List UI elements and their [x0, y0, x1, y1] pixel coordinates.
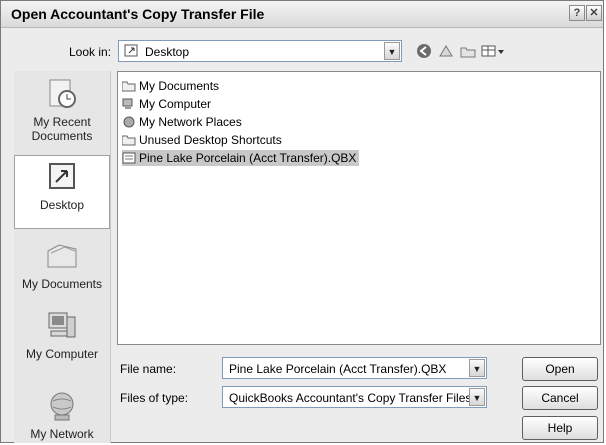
look-in-label: Look in:	[69, 45, 112, 59]
list-item-selected[interactable]: Pine Lake Porcelain (Acct Transfer).QBX	[122, 150, 360, 166]
files-of-type-label: Files of type:	[120, 391, 189, 405]
file-name-value: Pine Lake Porcelain (Acct Transfer).QBX	[229, 362, 447, 376]
list-item[interactable]: My Computer	[122, 96, 211, 112]
folder-icon	[121, 80, 136, 92]
place-my-recent-documents[interactable]: My Recent Documents	[14, 77, 110, 145]
help-button[interactable]: Help	[522, 416, 598, 440]
folder-icon	[121, 134, 136, 146]
list-item[interactable]: My Documents	[121, 78, 220, 94]
places-bar: My Recent Documents Desktop My Documents…	[14, 71, 111, 443]
file-list: My Documents My Computer My Network Plac…	[117, 71, 601, 345]
look-in-combo[interactable]: Desktop ▼	[118, 40, 402, 62]
chevron-down-icon[interactable]: ▼	[384, 42, 400, 60]
computer-icon	[122, 98, 136, 110]
file-name: Unused Desktop Shortcuts	[139, 133, 282, 147]
my-network-icon	[45, 389, 79, 423]
my-computer-icon	[45, 309, 79, 343]
chevron-down-icon[interactable]: ▼	[469, 359, 485, 377]
file-name: My Documents	[139, 79, 220, 93]
dialog-title: Open Accountant's Copy Transfer File	[11, 6, 265, 22]
place-label: My Computer	[25, 347, 99, 361]
desktop-small-icon	[124, 44, 140, 61]
file-name: My Network Places	[139, 115, 242, 129]
network-icon	[122, 116, 136, 128]
close-title-button[interactable]: ✕	[586, 5, 602, 21]
desktop-icon	[45, 160, 79, 194]
place-label: My Recent Documents	[31, 115, 93, 143]
title-bar: Open Accountant's Copy Transfer File ? ✕	[1, 1, 603, 28]
up-one-level-icon[interactable]	[436, 42, 456, 62]
place-label: My Network	[30, 427, 94, 441]
place-label: My Documents	[21, 277, 103, 291]
open-button[interactable]: Open	[522, 357, 598, 381]
open-file-dialog: Open Accountant's Copy Transfer File ? ✕…	[0, 0, 604, 443]
files-of-type-select[interactable]: QuickBooks Accountant's Copy Transfer Fi…	[222, 386, 487, 408]
list-item[interactable]: My Network Places	[122, 114, 242, 130]
place-desktop[interactable]: Desktop	[14, 155, 110, 229]
help-title-button[interactable]: ?	[569, 5, 585, 21]
place-label: Desktop	[39, 198, 85, 212]
recent-documents-icon	[45, 77, 79, 111]
place-my-network[interactable]: My Network	[14, 389, 110, 443]
chevron-down-icon[interactable]: ▼	[469, 388, 485, 406]
place-my-computer[interactable]: My Computer	[14, 309, 110, 371]
qbx-file-icon	[122, 152, 136, 164]
look-in-value: Desktop	[145, 45, 190, 59]
cancel-button[interactable]: Cancel	[522, 386, 598, 410]
view-menu-icon[interactable]	[480, 42, 506, 62]
place-my-documents[interactable]: My Documents	[14, 239, 110, 311]
file-name: My Computer	[139, 97, 212, 111]
list-item[interactable]: Unused Desktop Shortcuts	[121, 132, 282, 148]
files-of-type-value: QuickBooks Accountant's Copy Transfer Fi…	[229, 391, 479, 405]
new-folder-icon[interactable]	[458, 42, 478, 62]
my-documents-icon	[45, 239, 79, 273]
file-name-field[interactable]: Pine Lake Porcelain (Acct Transfer).QBX …	[222, 357, 487, 379]
back-icon[interactable]	[414, 42, 434, 62]
file-name-label: File name:	[120, 362, 177, 376]
file-name: Pine Lake Porcelain (Acct Transfer).QBX	[139, 151, 357, 165]
